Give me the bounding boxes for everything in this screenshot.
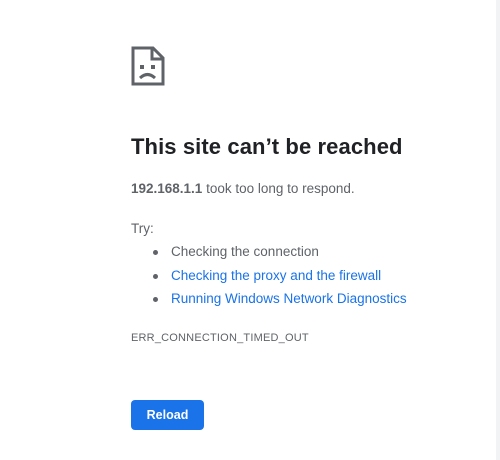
suggestion-item: Running Windows Network Diagnostics [131,289,407,313]
suggestion-network-diagnostics-link[interactable]: Running Windows Network Diagnostics [171,291,407,306]
error-title: This site can’t be reached [131,134,403,159]
try-label: Try: [131,221,154,236]
sad-document-icon [131,46,165,86]
error-host: 192.168.1.1 [131,181,203,196]
error-code: ERR_CONNECTION_TIMED_OUT [131,332,309,344]
bullet [153,250,158,255]
bullet [153,273,158,279]
suggestion-check-proxy-link[interactable]: Checking the proxy and the firewall [171,268,381,283]
error-description-suffix: took too long to respond. [202,181,355,196]
suggestion-item: Checking the connection [131,242,407,266]
suggestion-item: Checking the proxy and the firewall [131,266,407,290]
bullet [153,297,158,302]
page-edge [496,0,500,460]
suggestions-list: Checking the connection Checking the pro… [131,242,407,313]
reload-button[interactable]: Reload [131,400,204,430]
error-description: 192.168.1.1 took too long to respond. [131,181,355,196]
suggestion-check-connection: Checking the connection [171,244,319,259]
